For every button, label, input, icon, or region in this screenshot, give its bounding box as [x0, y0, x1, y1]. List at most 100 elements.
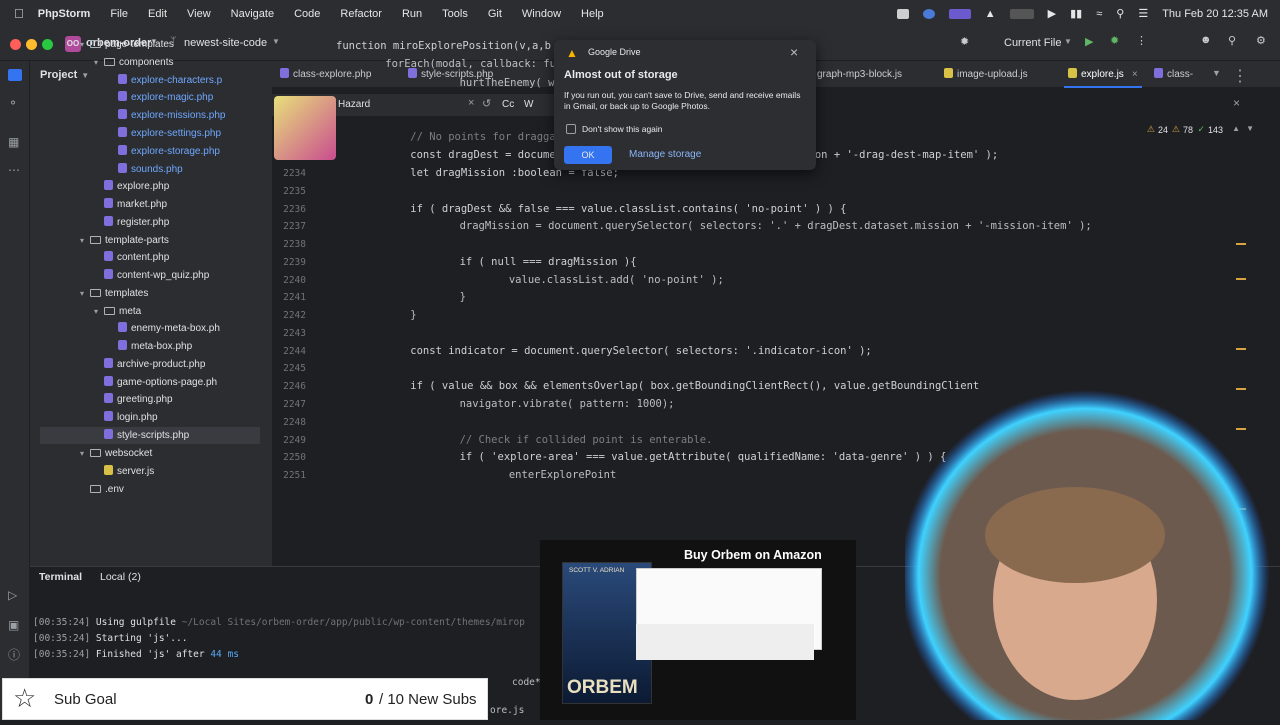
ok-button[interactable]: OK — [564, 146, 612, 164]
inspection-weak-icon[interactable]: ⚠ — [1172, 124, 1180, 135]
more-icon[interactable]: ⋮ — [1136, 34, 1147, 47]
zoom-window-button[interactable] — [42, 39, 53, 50]
add-user-icon[interactable]: ☻ — [1200, 34, 1212, 46]
tree-item[interactable]: meta-box.php — [108, 338, 192, 355]
whole-word-toggle[interactable]: W — [524, 99, 533, 110]
terminal-icon[interactable]: ▣ — [8, 619, 22, 631]
tree-item[interactable]: content.php — [94, 249, 169, 266]
chevron-down-icon[interactable]: ▼ — [1212, 68, 1221, 78]
clear-search-icon[interactable]: × — [468, 97, 474, 109]
tree-item[interactable]: explore-missions.php — [108, 107, 226, 124]
tree-item[interactable]: sounds.php — [108, 161, 183, 178]
tree-item[interactable]: ▾ template-parts — [80, 232, 169, 249]
problems-icon[interactable]: ⓘ — [8, 649, 22, 661]
more-icon[interactable]: ⋮ — [1232, 66, 1248, 86]
services-icon[interactable]: ▷ — [8, 589, 22, 601]
tree-item[interactable]: explore.php — [94, 178, 169, 195]
close-notification-icon[interactable]: × — [790, 44, 798, 60]
status-app-icon[interactable] — [896, 8, 909, 19]
menu-code[interactable]: Code — [294, 8, 320, 20]
chevron-down-icon[interactable]: ▾ — [94, 54, 104, 71]
chevron-up-icon[interactable]: ▲ — [1232, 124, 1240, 133]
tree-item[interactable]: login.php — [94, 409, 158, 426]
status-app-icon[interactable] — [948, 8, 971, 19]
tree-item[interactable]: ▾ templates — [80, 285, 148, 302]
tab-class[interactable]: class- — [1154, 61, 1193, 88]
menu-run[interactable]: Run — [402, 8, 422, 20]
project-panel-title[interactable]: Project — [40, 69, 77, 81]
tree-item[interactable]: .env — [80, 481, 124, 498]
tree-item[interactable]: enemy-meta-box.ph — [108, 320, 220, 337]
tab-class-explore[interactable]: class-explore.php — [280, 61, 371, 88]
menu-git[interactable]: Git — [488, 8, 502, 20]
tree-item[interactable]: ▾ websocket — [80, 445, 152, 462]
commit-icon[interactable]: ⚬ — [8, 97, 22, 109]
tree-item[interactable]: game-options-page.ph — [94, 374, 217, 391]
run-config-select[interactable]: Current File — [1004, 37, 1061, 49]
menu-edit[interactable]: Edit — [148, 8, 167, 20]
structure-icon[interactable]: ▦ — [8, 136, 22, 148]
match-case-toggle[interactable]: Cc — [502, 99, 514, 110]
tree-item[interactable]: register.php — [94, 214, 169, 231]
tree-item[interactable]: archive-product.php — [94, 356, 205, 373]
tab-graph-mp3-block[interactable]: graph-mp3-block.js — [817, 61, 902, 88]
tree-item[interactable]: content-wp_quiz.php — [94, 267, 209, 284]
more-tools-icon[interactable]: ⋯ — [8, 164, 22, 176]
menu-tools[interactable]: Tools — [442, 8, 468, 20]
debug-bug-icon[interactable]: ✹ — [960, 35, 969, 48]
menubar-clock[interactable]: Thu Feb 20 12:35 AM — [1162, 8, 1268, 20]
find-query-input[interactable]: Hazard — [338, 99, 370, 110]
tab-image-upload[interactable]: image-upload.js — [944, 61, 1028, 88]
tree-item[interactable]: market.php — [94, 196, 167, 213]
tree-item[interactable]: ▾ page-templates — [80, 36, 174, 53]
minimize-window-button[interactable] — [26, 39, 37, 50]
play-icon[interactable]: ▶ — [1048, 7, 1056, 20]
history-icon[interactable]: ↺ — [482, 97, 491, 110]
inspection-warning-icon[interactable]: ⚠ — [1147, 124, 1155, 135]
menu-help[interactable]: Help — [581, 8, 604, 20]
status-app-icon[interactable]: ▲ — [985, 8, 996, 20]
chevron-down-icon[interactable]: ▾ — [80, 285, 90, 302]
wifi-icon[interactable]: ≈ — [1096, 8, 1102, 20]
tree-item[interactable]: explore-characters.p — [108, 72, 222, 89]
tree-item[interactable]: ▾ components — [94, 54, 173, 71]
dont-show-checkbox[interactable] — [566, 124, 576, 134]
chevron-down-icon[interactable]: ▾ — [80, 445, 90, 462]
close-tab-icon[interactable]: × — [1132, 69, 1138, 80]
search-icon[interactable]: ⚲ — [1228, 34, 1236, 47]
tree-item[interactable]: explore-magic.php — [108, 89, 213, 106]
menu-view[interactable]: View — [187, 8, 211, 20]
inspection-typo-icon[interactable]: ✓ — [1197, 124, 1205, 135]
dont-show-label[interactable]: Don't show this again — [582, 124, 663, 134]
manage-storage-button[interactable]: Manage storage — [629, 149, 701, 160]
close-findbar-icon[interactable]: × — [1233, 96, 1240, 110]
terminal-tab[interactable]: Terminal — [39, 571, 82, 583]
scroll-marker[interactable] — [1236, 278, 1246, 280]
menu-file[interactable]: File — [110, 8, 128, 20]
tree-item[interactable]: greeting.php — [94, 391, 173, 408]
chevron-down-icon[interactable]: ▾ — [80, 36, 90, 53]
close-window-button[interactable] — [10, 39, 21, 50]
control-center-icon[interactable]: ☰ — [1138, 7, 1148, 20]
project-folder-icon[interactable] — [8, 69, 22, 81]
scroll-marker[interactable] — [1236, 243, 1246, 245]
run-icon[interactable]: ▶ — [1085, 35, 1093, 48]
branch-switcher[interactable]: newest-site-code — [184, 37, 267, 49]
status-app-icon[interactable] — [1009, 8, 1034, 19]
menu-navigate[interactable]: Navigate — [231, 8, 274, 20]
chevron-down-icon[interactable]: ▾ — [94, 303, 104, 320]
debug-icon[interactable]: ✹ — [1110, 34, 1119, 47]
tab-explore-js[interactable]: explore.js × — [1064, 61, 1142, 88]
tree-item[interactable]: style-scripts.php — [40, 427, 260, 444]
terminal-local-tab[interactable]: Local (2) — [100, 571, 141, 583]
app-menu[interactable]: PhpStorm — [38, 8, 91, 20]
scroll-marker[interactable] — [1236, 348, 1246, 350]
search-icon[interactable]: ⚲ — [1116, 7, 1124, 20]
chevron-down-icon[interactable]: ▾ — [80, 232, 90, 249]
battery-icon[interactable]: ▮▮ — [1070, 7, 1082, 20]
status-app-icon[interactable] — [922, 8, 935, 19]
tree-item[interactable]: ▾ meta — [94, 303, 141, 320]
apple-icon[interactable]:  — [14, 6, 24, 21]
tree-item[interactable]: server.js — [94, 463, 154, 480]
settings-gear-icon[interactable]: ⚙ — [1256, 34, 1266, 47]
